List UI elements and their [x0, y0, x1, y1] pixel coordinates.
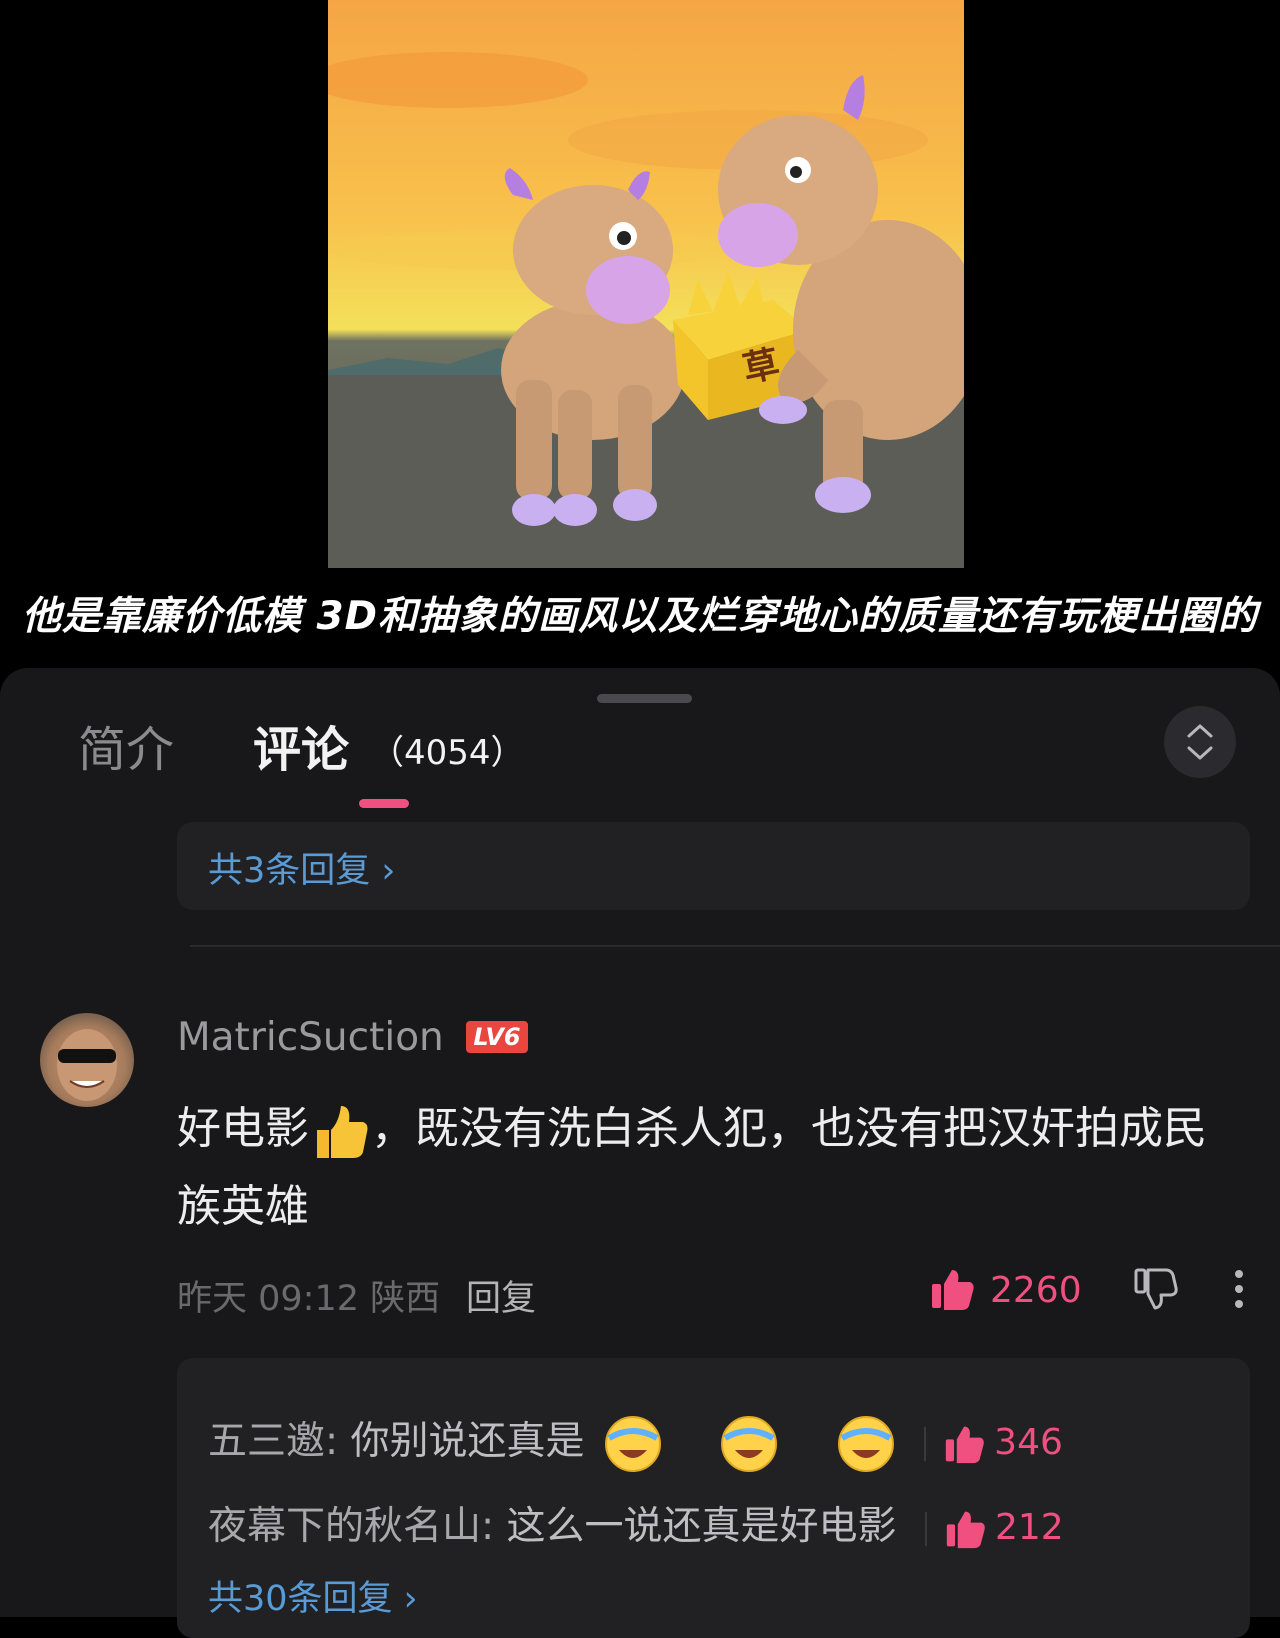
thumbs-up-icon[interactable]	[944, 1423, 986, 1465]
comment-text: 好电影 ，既没有洗白杀人犯，也没有把汉奸拍成民族英雄	[177, 1090, 1217, 1246]
sub-reply-like-count: 346	[994, 1422, 1063, 1463]
sub-reply-author[interactable]: 夜幕下的秋名山:	[208, 1504, 494, 1549]
laughing-crying-icon	[837, 1415, 894, 1472]
more-vertical-icon[interactable]	[1233, 1266, 1245, 1312]
video-player[interactable]: 草 他是靠廉价低模 3D和抽象的画风以及烂穿地心的质量还有玩梗出圈的	[0, 0, 1280, 660]
sub-reply-text: 你别说还真是	[338, 1419, 585, 1464]
sub-reply-author[interactable]: 五三邀:	[208, 1419, 338, 1464]
drag-handle[interactable]	[597, 694, 692, 703]
comment-meta: 昨天 09:12 陕西	[177, 1279, 441, 1319]
laughing-crying-icon	[604, 1415, 661, 1472]
view-more-replies-link[interactable]: 共30条回复 ›	[208, 1570, 418, 1621]
separator	[924, 1511, 927, 1546]
sub-reply[interactable]: 五三邀: 你别说还真是 346	[208, 1410, 1063, 1474]
sub-reply-like-count: 212	[994, 1507, 1064, 1548]
view-replies-link[interactable]: 共3条回复 ›	[208, 842, 395, 893]
thumbs-up-icon[interactable]	[930, 1266, 976, 1312]
separator	[924, 1426, 927, 1461]
sub-reply[interactable]: 夜幕下的秋名山: 这么一说还真是好电影 212	[208, 1495, 1064, 1551]
comment-username[interactable]: MatricSuction	[177, 1015, 444, 1060]
comment-text-part1: 好电影	[177, 1103, 309, 1154]
active-tab-indicator	[359, 799, 409, 808]
like-count: 2260	[990, 1270, 1082, 1311]
thumbs-up-icon[interactable]	[945, 1508, 987, 1550]
video-frame: 草	[328, 0, 964, 568]
sub-reply-text: 这么一说还真是好电影	[494, 1504, 897, 1549]
laughing-crying-icon	[721, 1415, 778, 1472]
expand-collapse-button[interactable]	[1164, 706, 1236, 778]
comments-count: （4054）	[370, 733, 525, 773]
tab-intro[interactable]: 简介	[78, 710, 174, 780]
avatar-image	[57, 1029, 117, 1101]
level-badge: LV6	[466, 1021, 528, 1053]
thumbs-down-icon[interactable]	[1133, 1266, 1179, 1312]
avatar[interactable]	[40, 1013, 134, 1107]
tab-comments[interactable]: 评论	[253, 710, 349, 780]
comment-divider	[190, 945, 1280, 947]
video-subtitle: 他是靠廉价低模 3D和抽象的画风以及烂穿地心的质量还有玩梗出圈的	[21, 594, 1259, 639]
cartoon-cows-illustration: 草	[328, 52, 964, 568]
reply-button[interactable]: 回复	[466, 1270, 536, 1321]
thumbs-up-emoji	[317, 1106, 368, 1158]
chevron-up-down-icon	[1187, 724, 1213, 760]
